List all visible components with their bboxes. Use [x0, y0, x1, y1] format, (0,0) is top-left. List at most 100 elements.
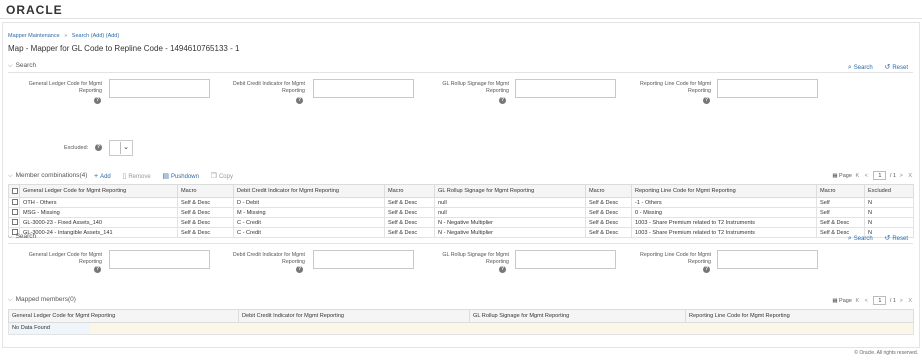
copy-button[interactable]: ❐ Copy: [210, 173, 233, 180]
table-cell: GL-3000-24 - Intangible Assets_141: [19, 227, 178, 238]
page-icon: ▦: [832, 298, 838, 304]
table-row[interactable]: GL-3000-24 - Intangible Assets_141 Self …: [8, 227, 914, 238]
remove-button[interactable]: ▯ Remove: [122, 173, 150, 180]
member-combinations-header[interactable]: ⌵ Member combinations(4): [8, 172, 87, 180]
reporting-line-input[interactable]: [717, 79, 818, 98]
member-combinations-title: Member combinations(4): [15, 172, 88, 179]
breadcrumb-mapper-maintenance[interactable]: Mapper Maintenance: [8, 33, 60, 39]
table-cell: MSG - Missing: [19, 207, 178, 218]
column-header[interactable]: General Ledger Code for Mgmt Reporting: [8, 309, 239, 323]
column-header[interactable]: GL Rollup Signage for Mgmt Reporting: [469, 309, 686, 323]
mapped-pager: ▦ Page K < 1 / 1 > X: [832, 296, 912, 305]
gl-code-help-icon-2[interactable]: ?: [94, 266, 101, 273]
column-header[interactable]: Debit Credit Indicator for Mgmt Reportin…: [233, 184, 385, 198]
table-cell: C - Credit: [233, 227, 385, 238]
row-checkbox[interactable]: [12, 219, 18, 226]
column-header[interactable]: General Ledger Code for Mgmt Reporting: [19, 184, 178, 198]
column-header[interactable]: Excluded: [864, 184, 914, 198]
excluded-help-icon[interactable]: ?: [95, 144, 102, 151]
add-button[interactable]: + Add: [94, 173, 111, 180]
table-cell: Self & Desc: [585, 227, 632, 238]
gl-code-help-icon[interactable]: ?: [94, 97, 101, 104]
page-number-input[interactable]: 1: [873, 171, 887, 180]
page-number-input[interactable]: 1: [873, 296, 887, 305]
pushdown-button[interactable]: ▤ Pushdown: [162, 173, 199, 180]
plus-icon: +: [94, 173, 99, 180]
breadcrumb-search[interactable]: Search: [72, 33, 89, 39]
table-cell: N - Negative Multiplier: [434, 217, 586, 228]
reporting-line-label: Reporting Line Code for Mgmt Reporting: [640, 81, 711, 94]
reporting-line-label-2: Reporting Line Code for Mgmt Reporting: [640, 252, 711, 265]
gl-rollup-input[interactable]: [515, 79, 616, 98]
mapped-members-header[interactable]: ⌵ Mapped members(0): [8, 296, 76, 304]
search2-button[interactable]: ⌕ Search: [848, 235, 873, 242]
next-page-button[interactable]: >: [900, 173, 903, 179]
last-page-button[interactable]: X: [908, 173, 912, 179]
copyright-footer: © Oracle. All rights reserved.: [854, 350, 918, 356]
next-page-button[interactable]: >: [900, 298, 903, 304]
chevron-down-icon: ⌵: [8, 173, 13, 179]
debit-credit-help-icon-2[interactable]: ?: [296, 266, 303, 273]
gl-code-label: General Ledger Code for Mgmt Reporting: [28, 81, 102, 94]
reset2-button[interactable]: ↺ Reset: [884, 235, 908, 242]
table-row[interactable]: MSG - Missing Self & Desc M - Missing Se…: [8, 207, 914, 218]
reset-button[interactable]: ↺ Reset: [884, 64, 908, 71]
gl-rollup-help-icon[interactable]: ?: [499, 97, 506, 104]
column-header[interactable]: Macro: [177, 184, 234, 198]
column-header[interactable]: Macro: [816, 184, 865, 198]
search2-actions: ⌕ Search ↺ Reset: [838, 234, 908, 243]
table-cell: Self & Desc: [585, 197, 632, 208]
column-header[interactable]: Reporting Line Code for Mgmt Reporting: [685, 309, 914, 323]
reporting-line-help-icon[interactable]: ?: [703, 97, 710, 104]
column-header[interactable]: Reporting Line Code for Mgmt Reporting: [631, 184, 817, 198]
page-title: Map - Mapper for GL Code to Repline Code…: [8, 44, 240, 53]
debit-credit-help-icon[interactable]: ?: [296, 97, 303, 104]
reporting-line-input-2[interactable]: [717, 250, 818, 269]
search-section-header[interactable]: ⌵ Search: [8, 62, 36, 70]
column-header[interactable]: Macro: [384, 184, 435, 198]
first-page-button[interactable]: K: [855, 173, 859, 179]
search-actions: ⌕ Search ↺ Reset: [838, 63, 908, 72]
select-all-checkbox[interactable]: [12, 187, 18, 194]
table-cell: OTH - Others: [19, 197, 178, 208]
reporting-line-help-icon-2[interactable]: ?: [703, 266, 710, 273]
pushdown-icon: ▤: [162, 173, 169, 180]
table-row[interactable]: OTH - Others Self & Desc D - Debit Self …: [8, 197, 914, 208]
table-cell: Self & Desc: [585, 207, 632, 218]
table-cell: Self & Desc: [384, 197, 435, 208]
row-checkbox[interactable]: [12, 209, 18, 216]
search-button[interactable]: ⌕ Search: [848, 64, 873, 71]
gl-code-input[interactable]: [109, 79, 210, 98]
gl-rollup-help-icon-2[interactable]: ?: [499, 266, 506, 273]
mapped-members-title: Mapped members(0): [15, 296, 76, 303]
breadcrumb-add-1[interactable]: (Add): [91, 33, 104, 39]
column-header[interactable]: GL Rollup Signage for Mgmt Reporting: [434, 184, 586, 198]
mapped-members-table: General Ledger Code for Mgmt Reporting D…: [8, 309, 914, 335]
oracle-logo: ORACLE: [6, 3, 63, 17]
breadcrumb-add-2[interactable]: (Add): [106, 33, 119, 39]
column-header[interactable]: Macro: [585, 184, 632, 198]
table-cell: Self: [816, 197, 865, 208]
debit-credit-label: Debit Credit Indicator for Mgmt Reportin…: [232, 81, 305, 94]
copy-icon: ❐: [210, 173, 217, 180]
row-checkbox[interactable]: [12, 199, 18, 206]
table-cell: Self & Desc: [384, 227, 435, 238]
gl-rollup-input-2[interactable]: [515, 250, 616, 269]
table-row[interactable]: GL-3000-23 - Fixed Assets_140 Self & Des…: [8, 217, 914, 228]
table-cell: GL-3000-23 - Fixed Assets_140: [19, 217, 178, 228]
debit-credit-input[interactable]: [313, 79, 414, 98]
table-cell: Self & Desc: [177, 217, 234, 228]
table-cell: N: [864, 207, 914, 218]
search2-section-header[interactable]: ⌵ Search: [8, 233, 36, 241]
prev-page-button[interactable]: <: [865, 173, 868, 179]
page-total: / 1: [889, 298, 897, 304]
table-cell: -1 - Others: [631, 197, 817, 208]
chevron-down-icon: ⌵: [8, 63, 13, 69]
first-page-button[interactable]: K: [855, 298, 859, 304]
debit-credit-input-2[interactable]: [313, 250, 414, 269]
excluded-select[interactable]: ⌄: [109, 140, 133, 156]
column-header[interactable]: Debit Credit Indicator for Mgmt Reportin…: [238, 309, 470, 323]
prev-page-button[interactable]: <: [865, 298, 868, 304]
gl-code-input-2[interactable]: [109, 250, 210, 269]
last-page-button[interactable]: X: [908, 298, 912, 304]
